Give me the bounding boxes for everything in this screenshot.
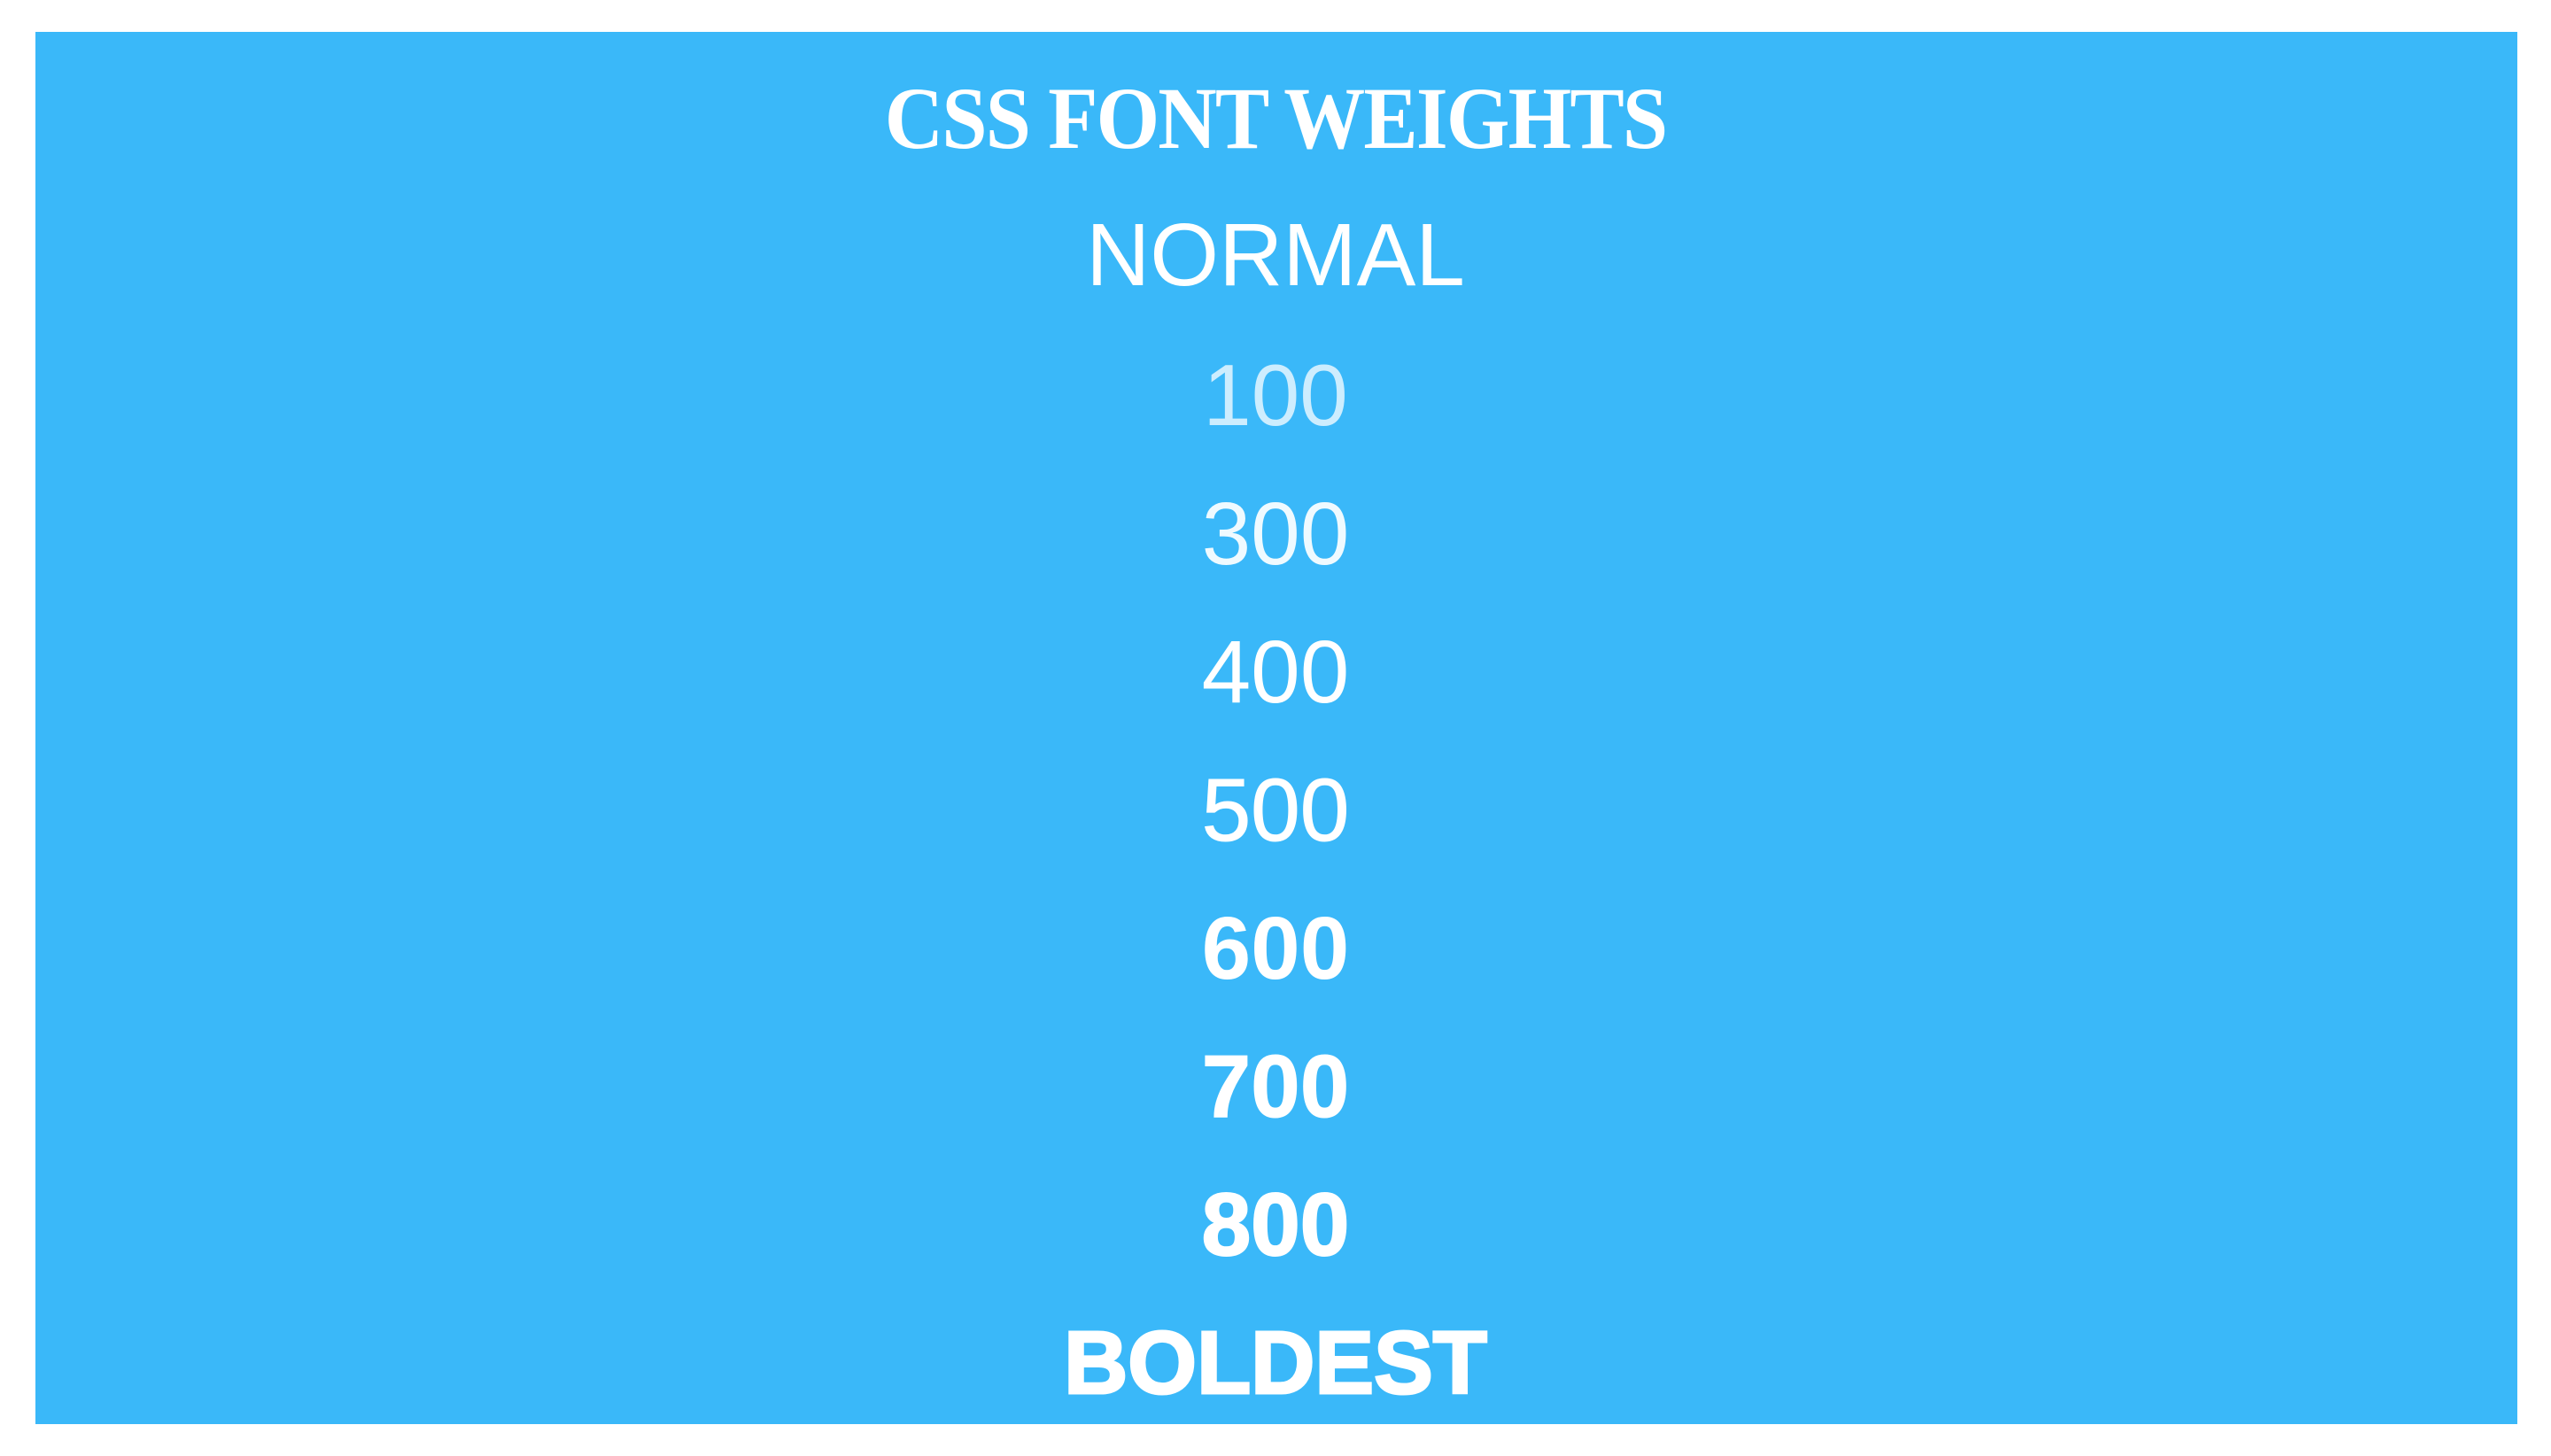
weight-700: 700: [1201, 1037, 1350, 1137]
weight-boldest: BOLDEST: [1063, 1313, 1489, 1414]
weight-800: 800: [1201, 1174, 1351, 1275]
weight-600: 600: [1201, 899, 1350, 998]
weight-300: 300: [1201, 484, 1350, 584]
page-title: CSS FONT WEIGHTS: [884, 69, 1668, 167]
weight-normal: NORMAL: [1086, 205, 1465, 305]
weight-500: 500: [1201, 761, 1350, 861]
weight-400: 400: [1201, 623, 1350, 722]
weight-100: 100: [1203, 346, 1348, 444]
